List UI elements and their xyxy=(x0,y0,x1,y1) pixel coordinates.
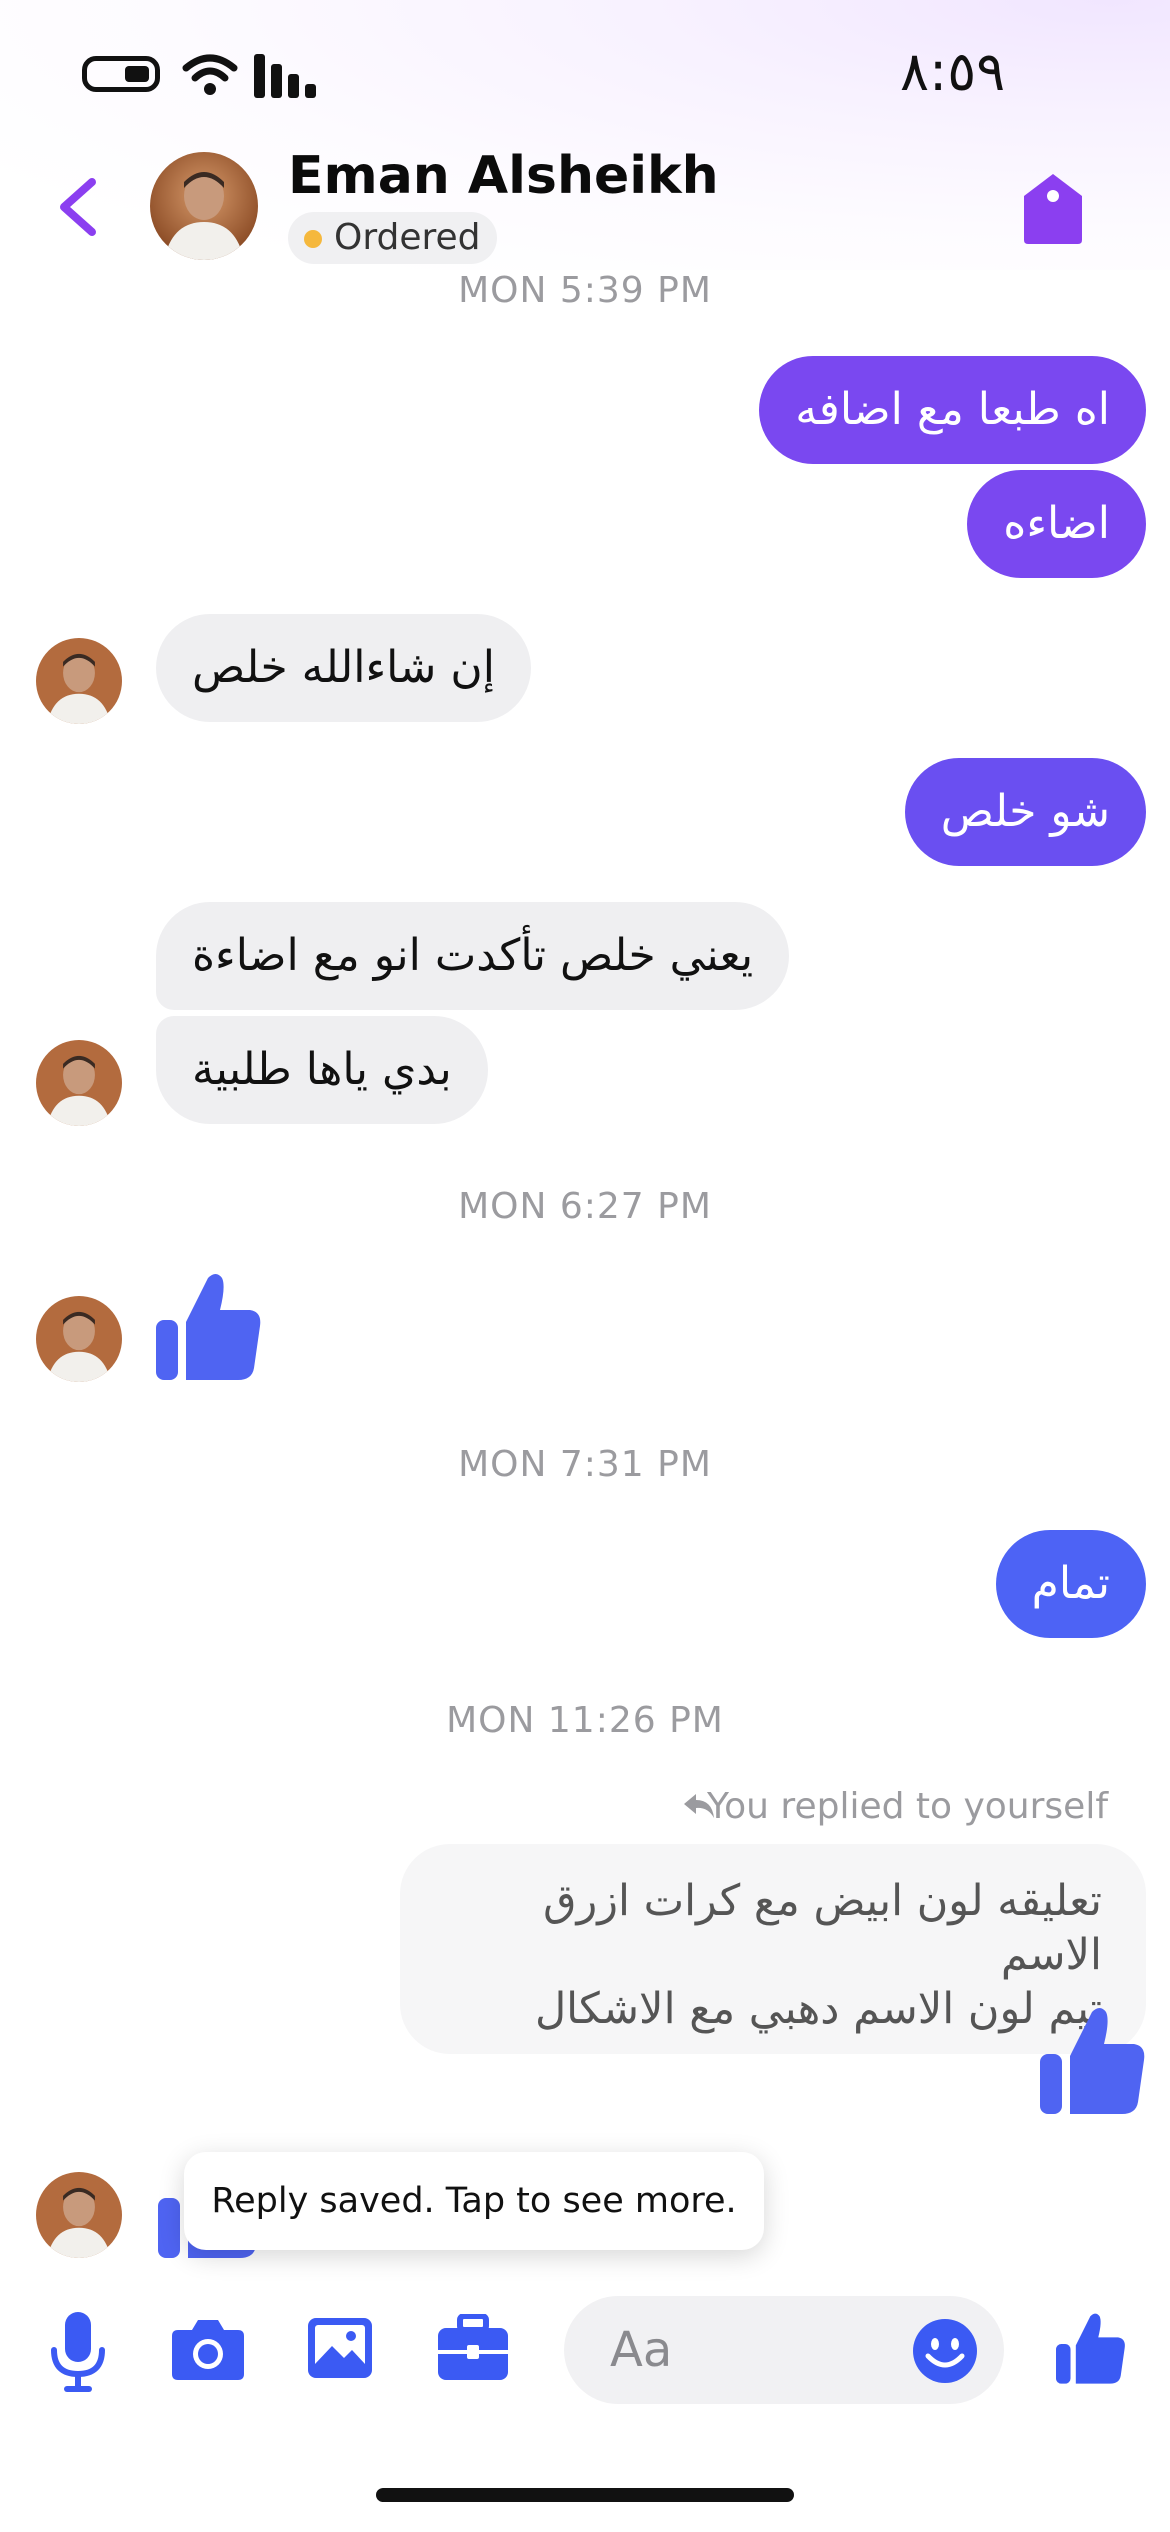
emoji-icon[interactable] xyxy=(912,2318,978,2384)
contact-name[interactable]: Eman Alsheikh xyxy=(288,146,719,206)
outgoing-message[interactable]: شو خلص xyxy=(904,758,1146,866)
camera-icon[interactable] xyxy=(170,2316,246,2382)
order-status-badge[interactable]: Ordered xyxy=(288,212,497,264)
incoming-message[interactable]: يعني خلص تأكدت انو مع اضاءة xyxy=(156,902,790,1010)
contact-avatar[interactable] xyxy=(150,152,258,260)
reply-label: You replied to yourself xyxy=(706,1786,1108,1827)
sender-avatar[interactable] xyxy=(36,638,122,724)
home-indicator[interactable] xyxy=(376,2488,794,2502)
sender-avatar[interactable] xyxy=(36,2172,122,2258)
battery-icon xyxy=(82,56,160,92)
status-time: ٨:٥٩ xyxy=(900,40,1006,103)
outgoing-message[interactable]: تمام xyxy=(995,1530,1146,1638)
status-dot xyxy=(304,230,322,248)
outgoing-message[interactable]: اضاءه xyxy=(967,470,1146,578)
reply-saved-toast[interactable]: Reply saved. Tap to see more. xyxy=(184,2152,764,2250)
outgoing-message[interactable]: اه طبعا مع اضافه xyxy=(759,356,1146,464)
signal-icon xyxy=(254,54,316,98)
sender-avatar[interactable] xyxy=(36,1296,122,1382)
timestamp: MON 6:27 PM xyxy=(458,1186,712,1227)
thumbs-up-icon[interactable] xyxy=(1040,2004,1146,2116)
incoming-message[interactable]: بدي ياها طلبية xyxy=(156,1016,488,1124)
microphone-icon[interactable] xyxy=(48,2310,108,2394)
incoming-message[interactable]: إن شاءالله خلص xyxy=(156,614,531,722)
back-button[interactable] xyxy=(46,172,116,242)
timestamp: MON 7:31 PM xyxy=(458,1444,712,1485)
replied-message-line: تيم لون الاسم دهبي مع الاشكال xyxy=(534,1984,1102,2034)
replied-message-line: تعليقه لون ابيض مع كرات ازرق الاسم xyxy=(543,1876,1102,1980)
order-status-label: Ordered xyxy=(334,217,481,258)
briefcase-icon[interactable] xyxy=(436,2314,510,2382)
timestamp: MON 5:39 PM xyxy=(458,270,712,311)
wifi-icon xyxy=(182,54,238,95)
replied-message[interactable]: تعليقه لون ابيض مع كرات ازرق الاسم تيم ل… xyxy=(400,1844,1146,2054)
gallery-icon[interactable] xyxy=(306,2316,374,2380)
timestamp: MON 11:26 PM xyxy=(446,1700,724,1741)
send-thumbs-up-icon[interactable] xyxy=(1056,2310,1126,2386)
tag-icon[interactable] xyxy=(1018,170,1088,246)
thumbs-up-icon[interactable] xyxy=(156,1270,262,1382)
message-input-placeholder: Aa xyxy=(610,2322,673,2378)
sender-avatar[interactable] xyxy=(36,1040,122,1126)
